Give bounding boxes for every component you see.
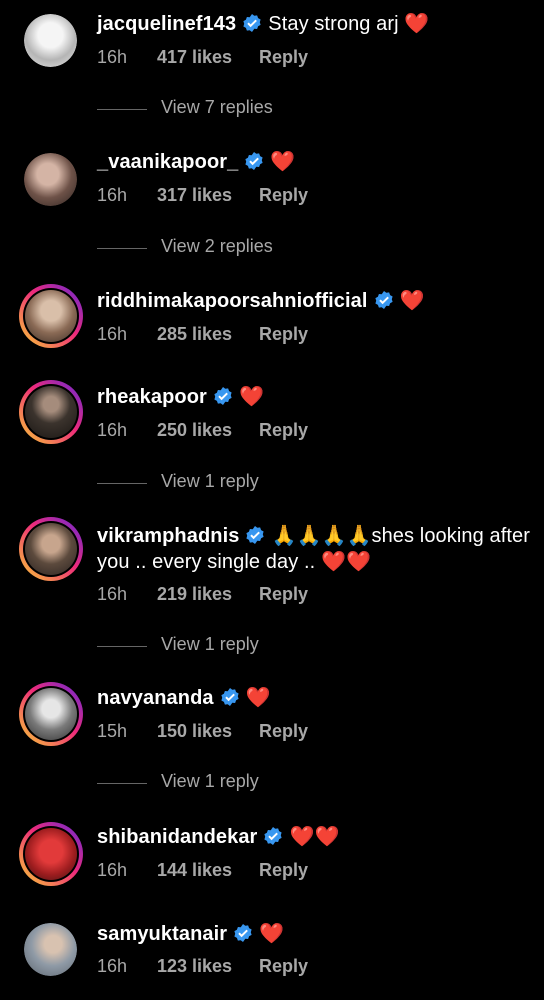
comment-time: 16h <box>97 47 128 67</box>
reply-button[interactable]: Reply <box>259 185 308 206</box>
comment-username[interactable]: riddhimakapoorsahniofficial <box>97 290 368 312</box>
comment-time: 16h <box>97 584 128 604</box>
comment-username[interactable]: _vaanikapoor_ <box>97 151 238 173</box>
comment-likes[interactable]: 144 likes <box>157 860 259 881</box>
heart-emoji-icon: ❤️❤️ <box>289 826 340 848</box>
comment-time: 16h <box>97 956 128 976</box>
comment-text-continued: you .. every single day .. <box>97 551 316 573</box>
comment-likes[interactable]: 285 likes <box>157 324 259 345</box>
comment-likes[interactable]: 317 likes <box>157 185 259 206</box>
avatar-story-ring[interactable] <box>19 682 83 746</box>
verified-badge-icon <box>374 291 393 309</box>
comment-likes[interactable]: 123 likes <box>157 956 259 977</box>
divider <box>97 646 147 647</box>
comment-time: 16h <box>97 324 128 344</box>
divider <box>97 783 147 784</box>
comment-likes[interactable]: 250 likes <box>157 420 259 441</box>
comment-username[interactable]: navyananda <box>97 687 214 709</box>
avatar[interactable] <box>24 153 77 206</box>
comment-time: 15h <box>97 721 128 741</box>
divider <box>97 109 147 110</box>
comment-likes[interactable]: 219 likes <box>157 584 259 605</box>
verified-badge-icon <box>243 14 261 32</box>
comment-username[interactable]: samyuktanair <box>97 923 227 945</box>
avatar[interactable] <box>24 923 77 976</box>
verified-badge-icon <box>214 387 232 405</box>
comment-username[interactable]: vikramphadnis <box>97 525 239 547</box>
comment-text: 🙏🙏🙏🙏shes looking after <box>271 525 531 547</box>
heart-emoji-icon: ❤️ <box>238 386 264 408</box>
comment-username[interactable]: rheakapoor <box>97 386 207 408</box>
comment-username[interactable]: jacquelinef143 <box>97 13 236 35</box>
reply-button[interactable]: Reply <box>259 584 308 605</box>
heart-emoji-icon: ❤️ <box>399 290 425 312</box>
divider <box>97 248 147 249</box>
comment-username[interactable]: shibanidandekar <box>97 826 257 848</box>
heart-emoji-icon: ❤️ <box>404 13 430 35</box>
comment-likes[interactable]: 150 likes <box>157 721 259 742</box>
verified-badge-icon <box>246 526 265 544</box>
comment-time: 16h <box>97 860 128 880</box>
avatar-story-ring[interactable] <box>19 284 83 348</box>
reply-button[interactable]: Reply <box>259 324 308 345</box>
comment-time: 16h <box>97 185 128 205</box>
comment-likes[interactable]: 417 likes <box>157 47 259 68</box>
heart-emoji-icon: ❤️ <box>270 151 296 173</box>
divider <box>97 483 147 484</box>
heart-emoji-icon: ❤️ <box>259 923 285 945</box>
reply-button[interactable]: Reply <box>259 47 308 68</box>
reply-button[interactable]: Reply <box>259 860 308 881</box>
reply-button[interactable]: Reply <box>259 721 308 742</box>
verified-badge-icon <box>234 924 252 942</box>
heart-emoji-icon: ❤️❤️ <box>320 551 371 573</box>
avatar-story-ring[interactable] <box>19 380 83 444</box>
verified-badge-icon <box>221 688 239 706</box>
comment-text: Stay strong arj <box>268 13 399 35</box>
heart-emoji-icon: ❤️ <box>245 687 271 709</box>
reply-button[interactable]: Reply <box>259 956 308 977</box>
verified-badge-icon <box>245 152 263 170</box>
reply-button[interactable]: Reply <box>259 420 308 441</box>
verified-badge-icon <box>264 827 283 845</box>
comment-time: 16h <box>97 420 128 440</box>
avatar-story-ring[interactable] <box>19 822 83 886</box>
avatar-story-ring[interactable] <box>19 517 83 581</box>
avatar[interactable] <box>24 14 77 67</box>
